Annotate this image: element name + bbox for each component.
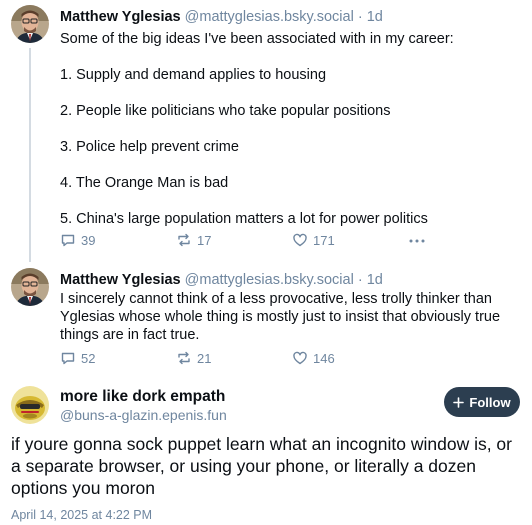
post-line: 4. The Orange Man is bad	[60, 175, 229, 191]
post-header: Matthew Yglesias @mattyglesias.bsky.soci…	[60, 8, 383, 26]
author-handle[interactable]: @mattyglesias.bsky.social	[185, 9, 354, 25]
reply-icon	[61, 234, 75, 247]
post-actions: 52 21 146	[60, 350, 430, 368]
like-count: 171	[313, 232, 335, 248]
avatar[interactable]	[11, 5, 49, 43]
like-button[interactable]: 146	[292, 350, 335, 366]
author-name[interactable]: Matthew Yglesias	[60, 272, 181, 288]
post-line: 5. China's large population matters a lo…	[60, 211, 428, 227]
reply-count: 39	[81, 232, 96, 248]
separator: ·	[357, 9, 363, 25]
reply-count: 52	[81, 350, 96, 366]
heart-icon	[293, 233, 307, 247]
repost-count: 21	[197, 350, 212, 366]
reply-button[interactable]: 39	[60, 232, 95, 248]
thread-line	[29, 48, 31, 262]
post-timestamp[interactable]: April 14, 2025 at 4:22 PM	[11, 508, 152, 522]
repost-icon	[178, 351, 190, 365]
reply-button[interactable]: 52	[60, 350, 95, 366]
post-line: I sincerely cannot think of a less provo…	[60, 291, 492, 307]
plus-icon	[453, 396, 465, 408]
post-age[interactable]: 1d	[367, 272, 383, 288]
avatar[interactable]	[11, 386, 49, 424]
post-line: 3. Police help prevent crime	[60, 139, 239, 155]
post-age[interactable]: 1d	[367, 9, 383, 25]
more-options-icon	[409, 239, 425, 243]
post-line: Some of the big ideas I've been associat…	[60, 31, 454, 47]
post-line: things are in fact true.	[60, 327, 200, 343]
repost-count: 17	[197, 232, 212, 248]
author-name[interactable]: more like dork empath	[60, 388, 225, 406]
more-options-button[interactable]	[408, 232, 426, 248]
reply-icon	[61, 352, 75, 365]
post-line: Yglesias whose whole thing is mostly jus…	[60, 309, 501, 325]
post-line: 2. People like politicians who take popu…	[60, 103, 391, 119]
like-count: 146	[313, 350, 335, 366]
follow-label: Follow	[469, 394, 511, 410]
repost-icon	[178, 233, 190, 247]
separator: ·	[357, 272, 363, 288]
avatar[interactable]	[11, 268, 49, 306]
thread-post-2[interactable]: Matthew Yglesias @mattyglesias.bsky.soci…	[0, 263, 532, 373]
post-text: if youre gonna sock puppet learn what an…	[11, 434, 512, 498]
author-handle[interactable]: @mattyglesias.bsky.social	[185, 272, 354, 288]
like-button[interactable]: 171	[292, 232, 335, 248]
post-header: Matthew Yglesias @mattyglesias.bsky.soci…	[60, 271, 383, 289]
thread-post-1[interactable]: Matthew Yglesias @mattyglesias.bsky.soci…	[0, 0, 532, 262]
author-name[interactable]: Matthew Yglesias	[60, 9, 181, 25]
post-actions: 39 17 171	[60, 232, 430, 250]
post-line: 1. Supply and demand applies to housing	[60, 67, 327, 83]
heart-icon	[293, 351, 307, 365]
author-handle[interactable]: @buns-a-glazin.epenis.fun	[60, 407, 227, 423]
follow-button[interactable]: Follow	[444, 387, 520, 417]
repost-button[interactable]: 21	[176, 350, 211, 366]
repost-button[interactable]: 17	[176, 232, 211, 248]
